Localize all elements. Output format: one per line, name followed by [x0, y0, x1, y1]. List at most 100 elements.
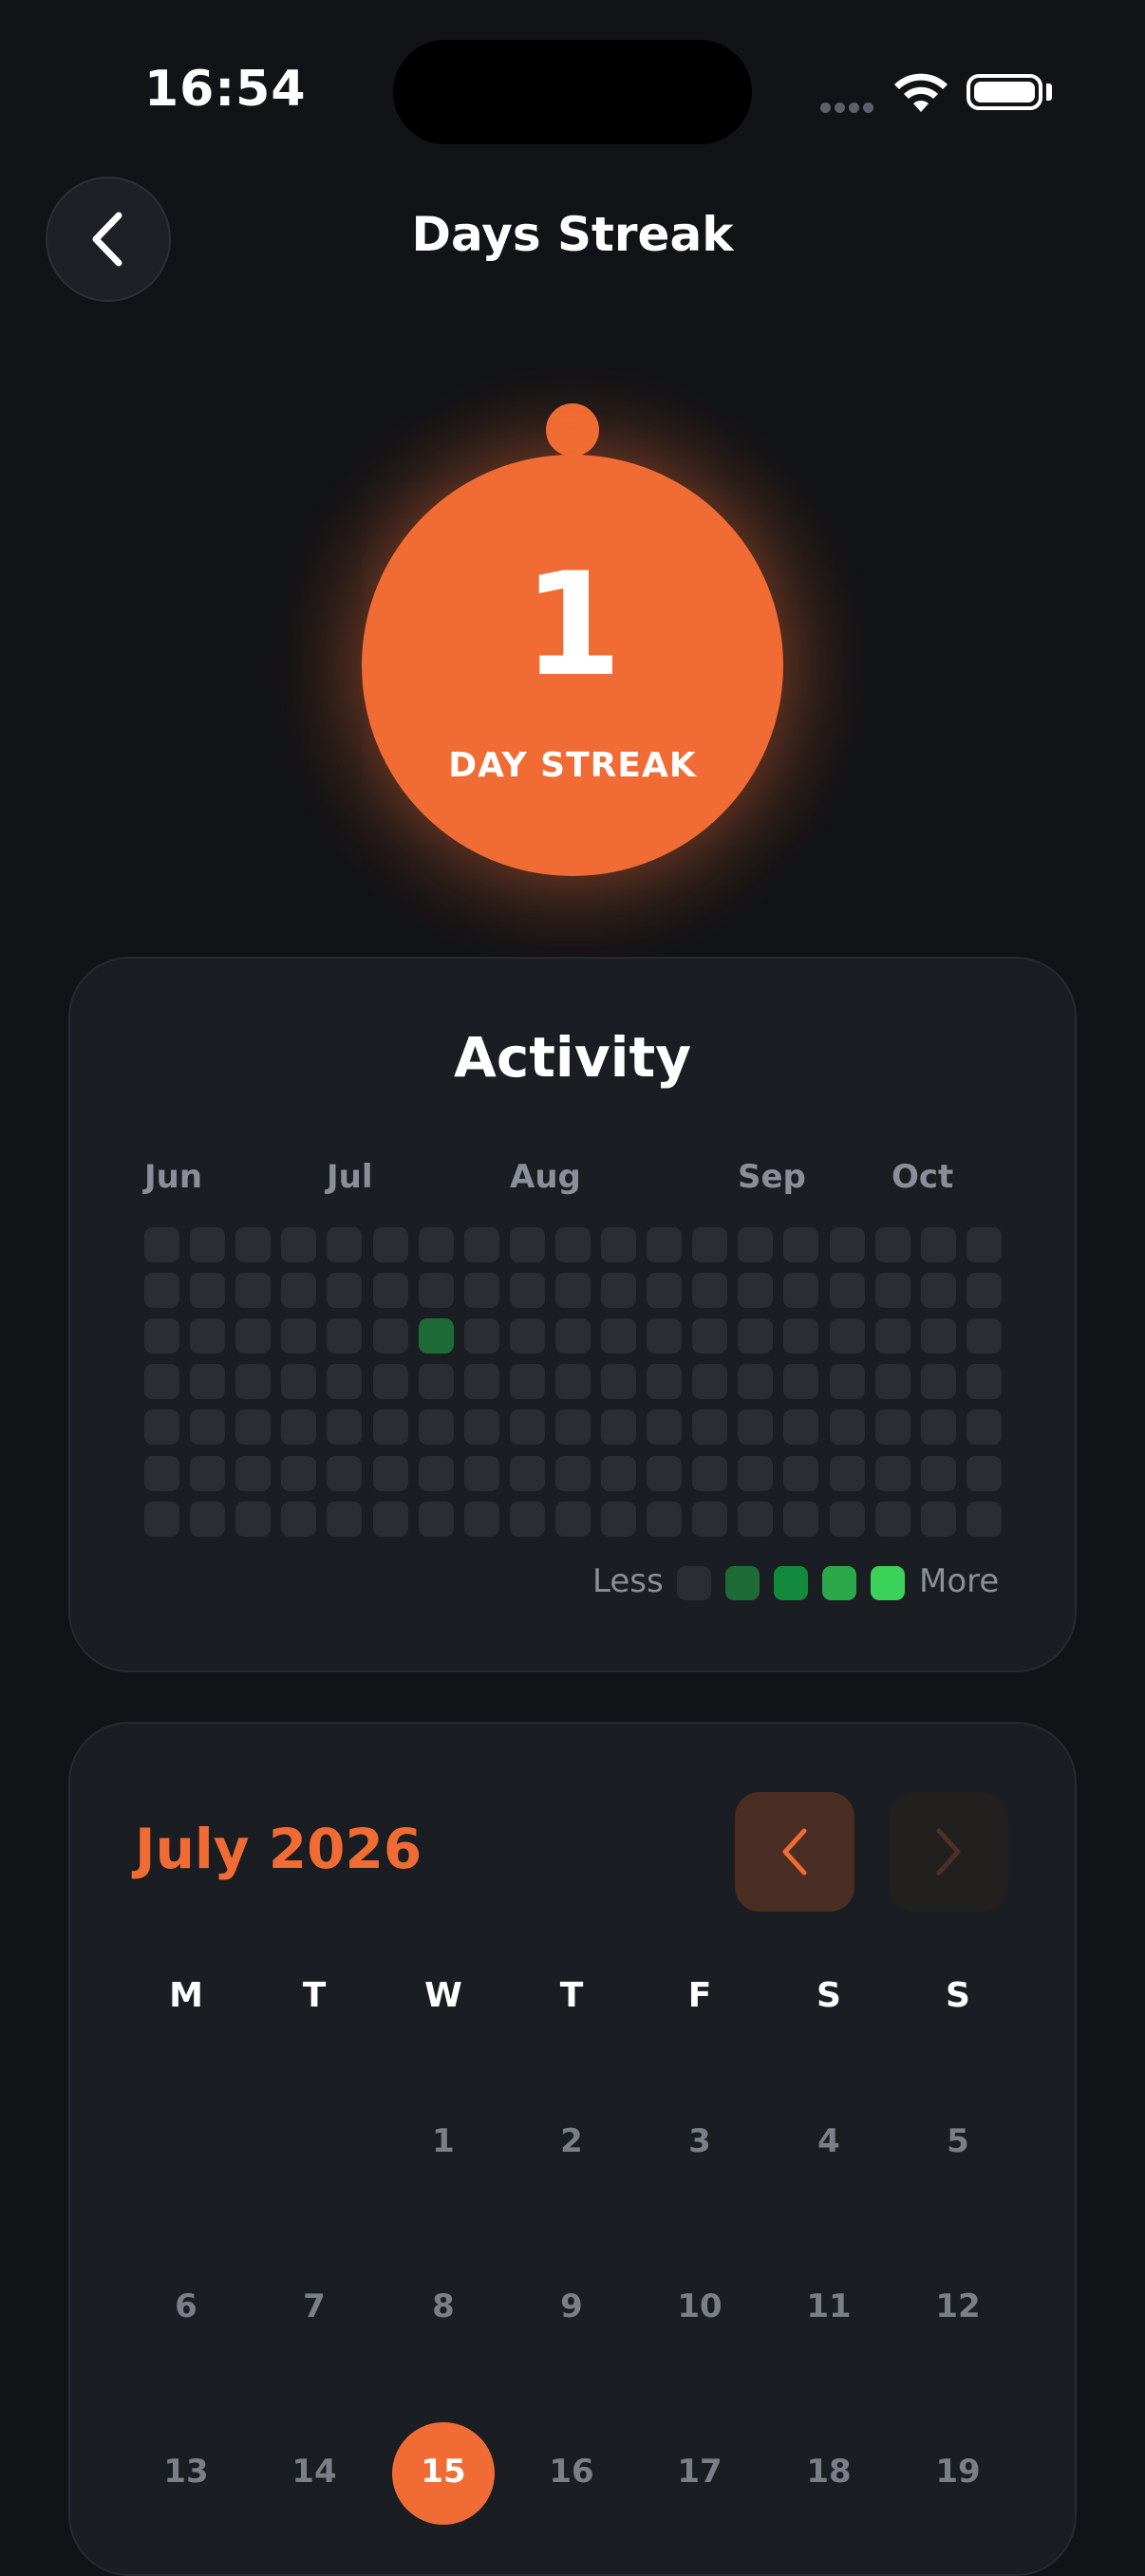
activity-cell: [738, 1364, 774, 1400]
calendar-day[interactable]: 3: [652, 2122, 747, 2160]
activity-cell: [692, 1409, 728, 1446]
weekday-sun: S: [946, 1976, 970, 2015]
activity-cell: [783, 1364, 819, 1400]
weekday-thu: T: [559, 1976, 584, 2015]
activity-cell: [418, 1364, 454, 1400]
calendar-day[interactable]: 4: [781, 2122, 876, 2160]
month-label-aug: Aug: [510, 1158, 581, 1196]
activity-cell: [601, 1318, 636, 1354]
activity-cell: [281, 1227, 317, 1262]
month-label-jun: Jun: [144, 1158, 203, 1196]
activity-cell: [601, 1501, 636, 1537]
calendar-day[interactable]: 6: [139, 2287, 234, 2325]
battery-tip: [1046, 84, 1052, 101]
calendar-day[interactable]: 2: [524, 2122, 619, 2160]
activity-cell: [783, 1501, 819, 1537]
activity-cell: [692, 1364, 728, 1400]
chevron-right-icon: [936, 1828, 961, 1876]
activity-cell: [647, 1409, 683, 1446]
page-title: Days Streak: [411, 207, 734, 262]
activity-cell: [874, 1318, 910, 1354]
activity-cell: [829, 1455, 865, 1491]
calendar-day[interactable]: 18: [781, 2453, 876, 2491]
activity-cell: [190, 1273, 226, 1309]
status-time: 16:54: [144, 61, 307, 118]
activity-cell: [829, 1273, 865, 1309]
activity-cell: [327, 1501, 363, 1537]
activity-cell: [235, 1364, 272, 1400]
activity-cell: [692, 1273, 728, 1309]
calendar-day[interactable]: 7: [267, 2287, 362, 2325]
activity-cell: [829, 1318, 865, 1354]
calendar-day[interactable]: 14: [267, 2453, 362, 2491]
activity-cell: [601, 1227, 636, 1262]
activity-cell: [554, 1227, 591, 1262]
activity-cell: [509, 1227, 545, 1262]
activity-cell: [738, 1318, 774, 1354]
calendar-day[interactable]: 13: [139, 2453, 234, 2491]
activity-cell: [281, 1455, 317, 1491]
activity-cell: [783, 1455, 819, 1491]
activity-cell: [874, 1273, 910, 1309]
activity-cell: [372, 1501, 408, 1537]
calendar-day[interactable]: 1: [396, 2122, 491, 2160]
activity-cell: [554, 1364, 591, 1400]
activity-cell: [327, 1273, 363, 1309]
activity-cell: [281, 1318, 317, 1354]
battery-icon: [967, 74, 1042, 110]
previous-month-button[interactable]: [735, 1792, 854, 1912]
calendar-day[interactable]: 17: [652, 2453, 747, 2491]
activity-cell: [738, 1227, 774, 1262]
legend-level-3: [822, 1566, 856, 1600]
activity-cell: [235, 1318, 272, 1354]
activity-cell: [281, 1501, 317, 1537]
activity-cell: [327, 1318, 363, 1354]
calendar-day[interactable]: 11: [781, 2287, 876, 2325]
month-label-jul: Jul: [327, 1158, 373, 1196]
activity-cell: [281, 1273, 317, 1309]
activity-cell: [144, 1273, 179, 1309]
calendar-day[interactable]: 8: [396, 2287, 491, 2325]
activity-cell: [874, 1364, 910, 1400]
activity-cell: [463, 1227, 499, 1262]
next-month-button[interactable]: [889, 1792, 1008, 1912]
legend-level-2: [774, 1566, 808, 1600]
activity-cell: [647, 1501, 683, 1537]
activity-cell: [874, 1227, 910, 1262]
activity-cell: [601, 1409, 636, 1446]
activity-cell: [463, 1273, 499, 1309]
activity-cell: [235, 1501, 272, 1537]
activity-cell: [463, 1364, 499, 1400]
activity-cell: [738, 1409, 774, 1446]
calendar-day[interactable]: 19: [910, 2453, 1005, 2491]
dynamic-island: [393, 40, 752, 144]
calendar-day-today[interactable]: 15: [396, 2453, 491, 2491]
legend-less: Less: [592, 1562, 664, 1600]
activity-cell: [966, 1227, 1002, 1262]
legend-level-1: [725, 1566, 760, 1600]
activity-cell: [509, 1409, 545, 1446]
activity-cell: [144, 1364, 179, 1400]
activity-cell: [920, 1318, 956, 1354]
activity-cell: [829, 1409, 865, 1446]
activity-cell: [966, 1409, 1002, 1446]
activity-cell: [554, 1501, 591, 1537]
activity-cell: [509, 1364, 545, 1400]
calendar-day[interactable]: 10: [652, 2287, 747, 2325]
activity-cell: [829, 1364, 865, 1400]
activity-cell: [692, 1318, 728, 1354]
calendar-day[interactable]: 16: [524, 2453, 619, 2491]
calendar-day[interactable]: 9: [524, 2287, 619, 2325]
activity-cell: [418, 1273, 454, 1309]
weekday-tue: T: [302, 1976, 327, 2015]
weekday-fri: F: [687, 1976, 712, 2015]
activity-cell: [190, 1501, 226, 1537]
activity-cell: [190, 1227, 226, 1262]
activity-cell: [647, 1364, 683, 1400]
calendar-day[interactable]: 12: [910, 2287, 1005, 2325]
weekday-wed: W: [424, 1976, 462, 2015]
activity-cell: [920, 1364, 956, 1400]
legend-level-4: [871, 1566, 905, 1600]
activity-cell: [509, 1455, 545, 1491]
calendar-day[interactable]: 5: [910, 2122, 1005, 2160]
